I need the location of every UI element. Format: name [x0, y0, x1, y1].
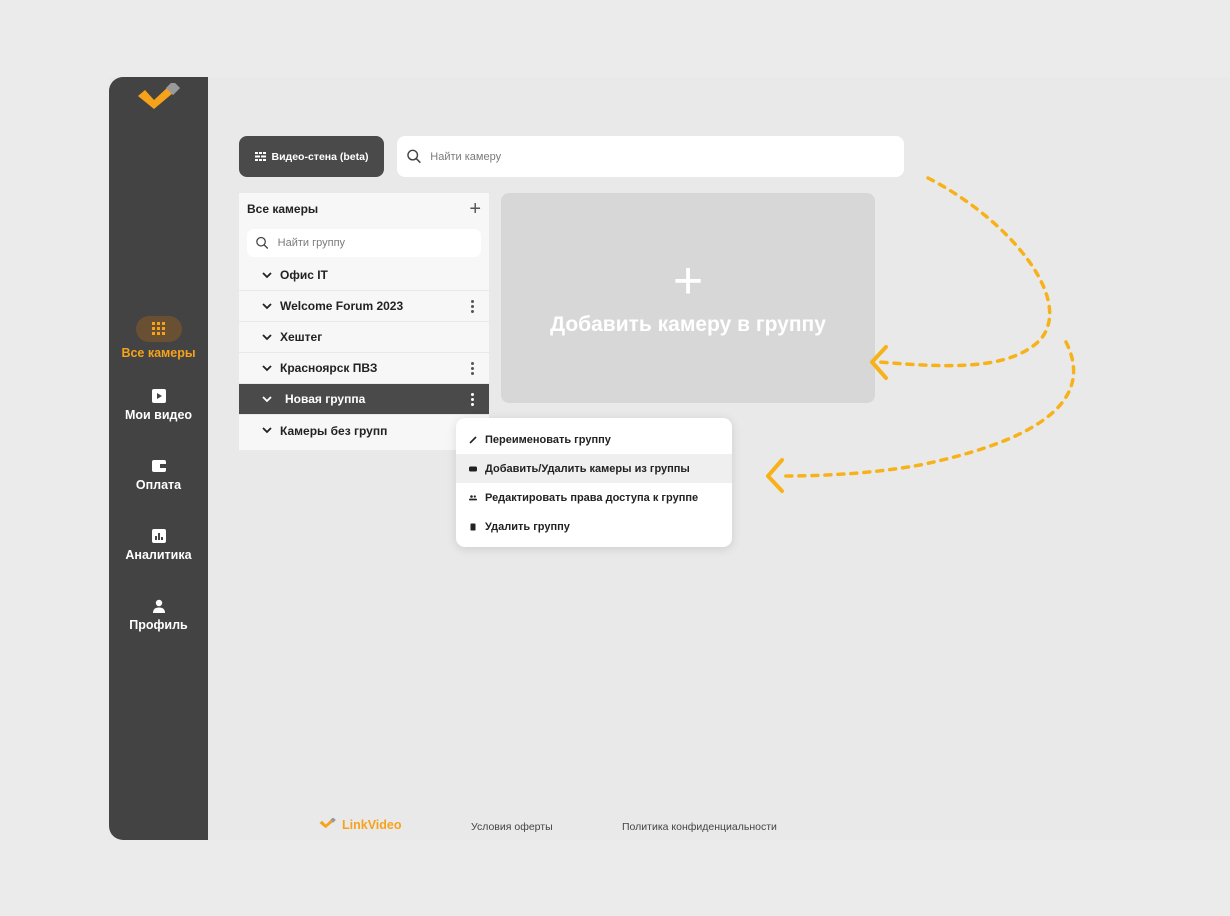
brand-name: LinkVideo: [342, 818, 402, 832]
group-item[interactable]: Офис IT: [239, 260, 489, 291]
more-icon[interactable]: [471, 300, 475, 315]
video-wall-icon: [254, 152, 266, 161]
groups-title: Все камеры: [247, 202, 319, 216]
menu-item-label: Добавить/Удалить камеры из группы: [485, 462, 690, 475]
menu-item-edit-access[interactable]: Редактировать права доступа к группе: [456, 483, 732, 512]
video-wall-button[interactable]: Видео-стена (beta): [239, 136, 384, 177]
add-group-button[interactable]: +: [469, 199, 481, 219]
menu-item-label: Переименовать группу: [485, 433, 611, 446]
menu-item-add-remove-cameras[interactable]: Добавить/Удалить камеры из группы: [456, 454, 732, 483]
menu-item-label: Удалить группу: [485, 520, 570, 533]
sidebar-item-my-videos[interactable]: Мои видео: [109, 389, 208, 422]
group-label: Камеры без групп: [280, 423, 388, 438]
footer-brand[interactable]: LinkVideo: [318, 818, 402, 832]
group-label: Хештег: [280, 330, 323, 344]
group-label: Красноярск ПВЗ: [280, 361, 378, 375]
group-context-menu: Переименовать группу Добавить/Удалить ка…: [456, 418, 732, 547]
pencil-icon: [469, 435, 477, 444]
chevron-down-icon: [262, 333, 272, 340]
group-list: Офис IT Welcome Forum 2023 Хештег Красно…: [239, 260, 489, 446]
terms-link[interactable]: Условия оферты: [471, 821, 553, 833]
groups-header: Все камеры +: [239, 193, 489, 225]
group-item[interactable]: Welcome Forum 2023: [239, 291, 489, 322]
groups-panel: Все камеры + Офис IT Welcome Forum 2023: [239, 193, 489, 450]
add-camera-label: Добавить камеру в группу: [550, 313, 826, 336]
chevron-down-icon: [262, 302, 272, 309]
sidebar-item-label: Все камеры: [121, 346, 196, 360]
sidebar-item-label: Мои видео: [124, 408, 193, 422]
chevron-down-icon: [262, 364, 272, 371]
group-search[interactable]: [247, 229, 481, 257]
logo-icon: [319, 818, 336, 829]
sidebar-item-label: Аналитика: [125, 548, 192, 562]
sidebar-item-label: Профиль: [129, 618, 188, 632]
sidebar-item-label: Оплата: [135, 478, 182, 492]
search-icon: [407, 149, 421, 164]
logo-icon[interactable]: [135, 83, 185, 119]
menu-item-label: Редактировать права доступа к группе: [485, 491, 699, 504]
plus-icon: +: [672, 252, 704, 310]
grid-icon: [151, 322, 165, 335]
footer: LinkVideo Условия оферты Политика конфид…: [208, 818, 908, 838]
camera-search-input[interactable]: [430, 150, 904, 163]
sidebar-item-analytics[interactable]: Аналитика: [109, 529, 208, 562]
person-icon: [152, 599, 165, 613]
trash-icon: [470, 523, 476, 530]
group-item[interactable]: Камеры без групп: [239, 415, 489, 446]
video-wall-label: Видео-стена (beta): [271, 150, 369, 163]
chevron-down-icon: [262, 427, 272, 434]
group-label: Новая группа: [285, 392, 366, 406]
active-indicator: [135, 316, 182, 342]
add-camera-card[interactable]: + Добавить камеру в группу: [501, 193, 875, 403]
sidebar: Все камеры Мои видео Оплата Аналитика Пр…: [109, 77, 208, 840]
more-icon[interactable]: [471, 362, 475, 377]
chevron-down-icon: [262, 395, 272, 402]
sidebar-item-profile[interactable]: Профиль: [109, 599, 208, 632]
group-label: Welcome Forum 2023: [280, 299, 404, 313]
app-window: Все камеры Мои видео Оплата Аналитика Пр…: [109, 77, 1230, 840]
play-icon: [151, 389, 166, 403]
more-icon[interactable]: [471, 393, 475, 408]
sidebar-item-all-cameras[interactable]: Все камеры: [109, 316, 208, 360]
sidebar-item-payment[interactable]: Оплата: [109, 459, 208, 492]
search-icon: [256, 236, 269, 249]
menu-item-rename[interactable]: Переименовать группу: [456, 425, 732, 454]
menu-item-delete-group[interactable]: Удалить группу: [456, 512, 732, 541]
camera-search[interactable]: [397, 136, 904, 177]
users-icon: [469, 494, 477, 500]
group-item[interactable]: Хештег: [239, 322, 489, 353]
privacy-link[interactable]: Политика конфиденциальности: [622, 821, 777, 833]
group-item[interactable]: Красноярск ПВЗ: [239, 353, 489, 384]
camera-icon: [469, 466, 477, 471]
analytics-icon: [151, 529, 166, 543]
group-label: Офис IT: [280, 268, 328, 282]
group-search-input[interactable]: [277, 237, 481, 249]
group-item-selected[interactable]: Новая группа: [239, 384, 489, 415]
chevron-down-icon: [262, 271, 272, 278]
wallet-icon: [151, 460, 166, 472]
